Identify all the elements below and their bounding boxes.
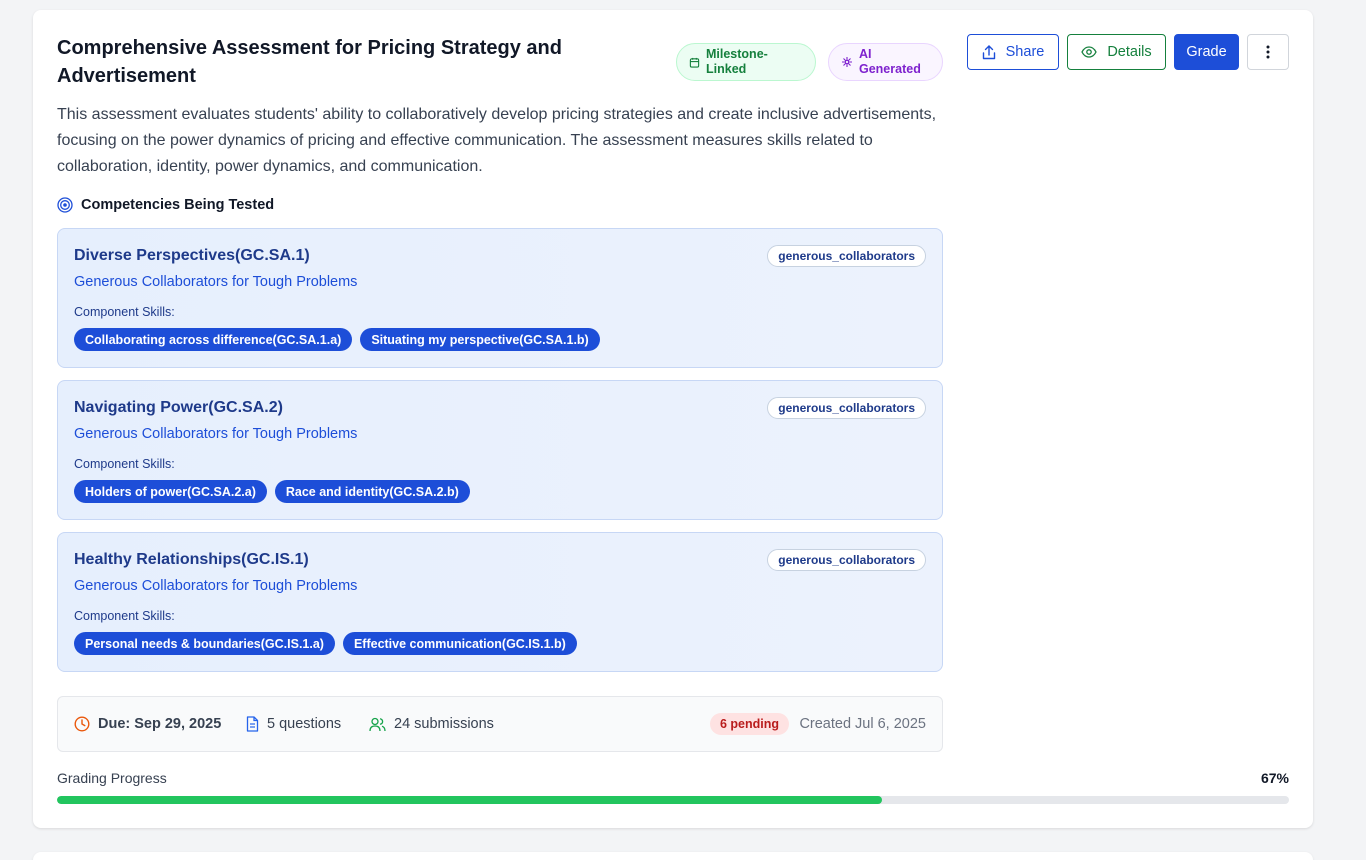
skill-chip-list: Holders of power(GC.SA.2.a) Race and ide…: [74, 480, 478, 503]
pending-badge: 6 pending: [710, 713, 790, 735]
competency-name: Diverse Perspectives(GC.SA.1): [74, 247, 310, 264]
competency-card: Diverse Perspectives(GC.SA.1) Generous C…: [57, 228, 943, 368]
assessment-card: Comprehensive Assessment for Pricing Str…: [33, 10, 1313, 828]
grade-button[interactable]: Grade: [1174, 34, 1239, 70]
milestone-linked-badge: Milestone-Linked: [676, 43, 816, 81]
ai-generated-badge: AI Generated: [828, 43, 943, 81]
skill-chip: Situating my perspective(GC.SA.1.b): [360, 328, 600, 351]
competency-tag: generous_collaborators: [767, 397, 926, 419]
milestone-badge-label: Milestone-Linked: [706, 47, 768, 76]
skill-chip: Collaborating across difference(GC.SA.1.…: [74, 328, 353, 351]
clock-icon: [74, 716, 90, 732]
grading-progress-label: Grading Progress: [57, 770, 167, 786]
competency-name: Healthy Relationships(GC.IS.1): [74, 551, 309, 568]
share-label: Share: [1005, 44, 1045, 60]
sparkles-icon: [842, 57, 852, 67]
competency-tag: generous_collaborators: [767, 245, 926, 267]
grading-progress-bar: [57, 796, 1289, 804]
skill-chip: Race and identity(GC.SA.2.b): [274, 480, 470, 503]
more-vertical-icon: [1266, 45, 1270, 59]
skill-chip: Personal needs & boundaries(GC.IS.1.a): [74, 632, 335, 655]
skill-chip-list: Personal needs & boundaries(GC.IS.1.a) E…: [74, 632, 585, 655]
skill-chip-list: Collaborating across difference(GC.SA.1.…: [74, 328, 608, 351]
grading-progress-fill: [57, 796, 883, 804]
submission-count-label: 24 submissions: [394, 716, 494, 732]
created-date: Created Jul 6, 2025: [799, 716, 926, 732]
due-date-label: Due: Sep 29, 2025: [98, 716, 222, 732]
assessment-meta-bar: Due: Sep 29, 2025 5 questions 24 submiss…: [57, 696, 943, 752]
details-label: Details: [1107, 44, 1152, 60]
question-count-label: 5 questions: [267, 716, 342, 732]
grading-progress-value: 67%: [1260, 770, 1289, 786]
competency-name: Navigating Power(GC.SA.2): [74, 399, 283, 416]
details-button[interactable]: Details: [1067, 34, 1166, 70]
calendar-icon: [689, 57, 700, 68]
competency-group: Generous Collaborators for Tough Problem…: [74, 426, 358, 442]
next-assessment-card: [33, 852, 1313, 860]
competency-group: Generous Collaborators for Tough Problem…: [74, 578, 358, 594]
competencies-heading-label: Competencies Being Tested: [81, 197, 275, 213]
due-date: Due: Sep 29, 2025: [74, 697, 221, 751]
component-skills-label: Component Skills:: [74, 609, 175, 623]
question-count: 5 questions: [246, 697, 341, 751]
competency-card: Healthy Relationships(GC.IS.1) Generous …: [57, 532, 943, 672]
ai-badge-label: AI Generated: [859, 47, 921, 76]
competency-tag: generous_collaborators: [767, 549, 926, 571]
target-icon: [57, 197, 73, 213]
submission-count: 24 submissions: [369, 697, 494, 751]
more-options-button[interactable]: [1247, 34, 1289, 70]
share-icon: [982, 44, 995, 59]
competency-card: Navigating Power(GC.SA.2) Generous Colla…: [57, 380, 943, 520]
skill-chip: Holders of power(GC.SA.2.a): [74, 480, 267, 503]
competencies-heading: Competencies Being Tested: [57, 197, 274, 213]
skill-chip: Effective communication(GC.IS.1.b): [342, 632, 577, 655]
component-skills-label: Component Skills:: [74, 305, 175, 319]
assessment-description: This assessment evaluates students' abil…: [57, 106, 937, 175]
users-icon: [369, 717, 386, 731]
assessment-title: Comprehensive Assessment for Pricing Str…: [57, 37, 562, 87]
share-button[interactable]: Share: [967, 34, 1059, 70]
document-icon: [246, 716, 259, 732]
eye-icon: [1081, 46, 1098, 58]
component-skills-label: Component Skills:: [74, 457, 175, 471]
competency-group: Generous Collaborators for Tough Problem…: [74, 274, 358, 290]
